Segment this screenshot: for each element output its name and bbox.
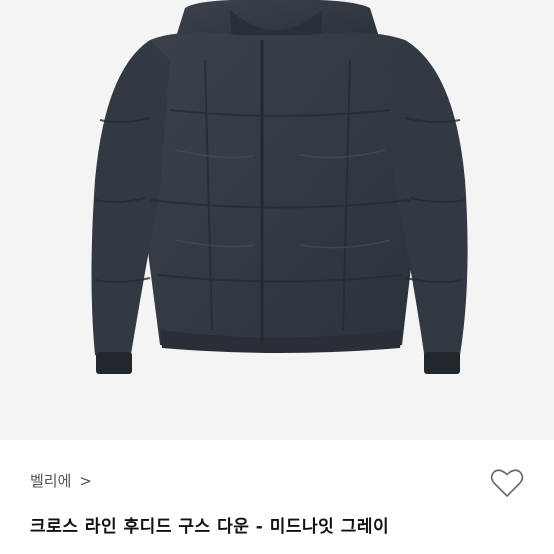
product-info: 벨리에 > 크로스 라인 후디드 구스 다운 - 미드나잇 그레이 <box>0 440 554 554</box>
chevron-right-icon: > <box>79 471 92 490</box>
product-title: 크로스 라인 후디드 구스 다운 - 미드나잇 그레이 <box>30 517 390 537</box>
product-image[interactable] <box>0 0 554 440</box>
puffer-jacket-photo <box>91 0 468 374</box>
heart-outline-icon <box>490 469 524 497</box>
brand-link[interactable]: 벨리에 > <box>30 470 92 491</box>
wishlist-button[interactable] <box>488 464 526 502</box>
brand-name: 벨리에 <box>30 472 72 490</box>
